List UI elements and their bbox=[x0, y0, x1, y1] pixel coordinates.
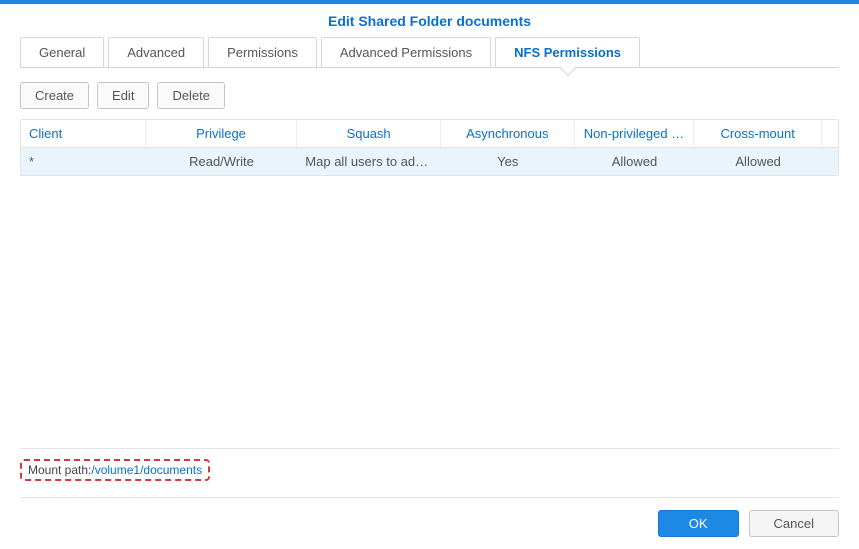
col-extra bbox=[822, 120, 838, 147]
mount-path-label: Mount path: bbox=[28, 463, 91, 477]
tab-advanced[interactable]: Advanced bbox=[108, 37, 204, 67]
cell-client: * bbox=[21, 148, 146, 175]
cell-squash: Map all users to admin bbox=[297, 148, 441, 175]
mount-path-value: /volume1/documents bbox=[91, 463, 202, 477]
delete-button[interactable]: Delete bbox=[157, 82, 225, 109]
tab-nfs-permissions[interactable]: NFS Permissions bbox=[495, 37, 640, 67]
cell-extra bbox=[822, 148, 838, 175]
mount-path-highlight: Mount path:/volume1/documents bbox=[20, 459, 210, 481]
cell-asynchronous: Yes bbox=[441, 148, 575, 175]
col-privilege[interactable]: Privilege bbox=[146, 120, 298, 147]
table-header: Client Privilege Squash Asynchronous Non… bbox=[21, 120, 838, 148]
cell-privilege: Read/Write bbox=[146, 148, 298, 175]
col-squash[interactable]: Squash bbox=[297, 120, 441, 147]
tab-permissions[interactable]: Permissions bbox=[208, 37, 317, 67]
col-asynchronous[interactable]: Asynchronous bbox=[441, 120, 575, 147]
nfs-permissions-table: Client Privilege Squash Asynchronous Non… bbox=[20, 119, 839, 176]
tab-bar: General Advanced Permissions Advanced Pe… bbox=[20, 37, 839, 68]
dialog-footer: OK Cancel bbox=[20, 497, 839, 537]
edit-button[interactable]: Edit bbox=[97, 82, 149, 109]
tab-general[interactable]: General bbox=[20, 37, 104, 67]
col-cross-mount[interactable]: Cross-mount bbox=[694, 120, 822, 147]
cell-non-privileged: Allowed bbox=[575, 148, 695, 175]
tab-advanced-permissions[interactable]: Advanced Permissions bbox=[321, 37, 491, 67]
mount-path-row: Mount path:/volume1/documents bbox=[20, 448, 839, 481]
cancel-button[interactable]: Cancel bbox=[749, 510, 839, 537]
ok-button[interactable]: OK bbox=[658, 510, 739, 537]
cell-cross-mount: Allowed bbox=[694, 148, 822, 175]
table-row[interactable]: * Read/Write Map all users to admin Yes … bbox=[21, 148, 838, 175]
toolbar: Create Edit Delete bbox=[20, 82, 839, 109]
col-client[interactable]: Client bbox=[21, 120, 146, 147]
col-non-privileged[interactable]: Non-privileged … bbox=[575, 120, 695, 147]
dialog-title: Edit Shared Folder documents bbox=[0, 4, 859, 37]
create-button[interactable]: Create bbox=[20, 82, 89, 109]
